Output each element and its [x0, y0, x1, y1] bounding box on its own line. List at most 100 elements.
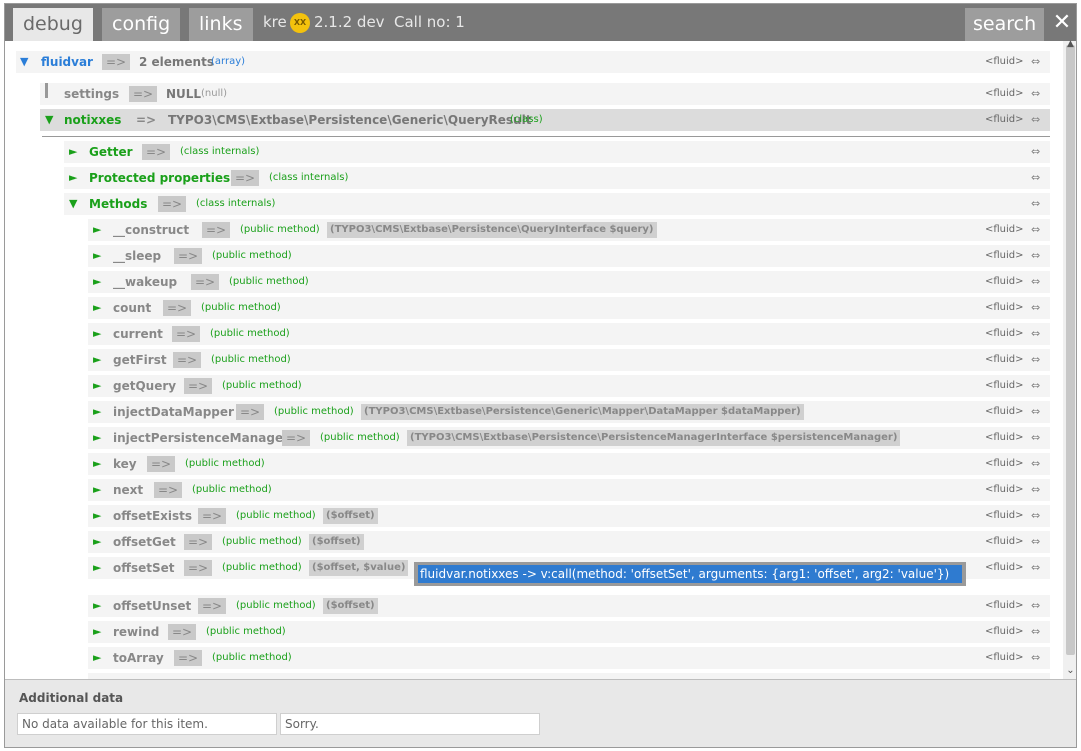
- method-row[interactable]: ► __construct => (public method) (TYPO3\…: [88, 219, 1050, 241]
- tree-row-fluidvar[interactable]: ▼ fluidvar => 2 elements (array) <fluid>…: [16, 51, 1050, 73]
- expand-arrow-icon[interactable]: ►: [93, 219, 101, 241]
- expand-arrow-icon[interactable]: ►: [93, 621, 101, 643]
- tree-row-getter[interactable]: ► Getter => (class internals) ⇔: [64, 141, 1050, 163]
- method-row[interactable]: ► offsetUnset => (public method) ($offse…: [88, 595, 1050, 617]
- swap-icon[interactable]: ⇔: [1031, 297, 1040, 319]
- expand-arrow-icon[interactable]: ►: [93, 323, 101, 345]
- swap-icon[interactable]: ⇔: [1031, 595, 1040, 617]
- swap-icon[interactable]: ⇔: [1031, 245, 1040, 267]
- scrollbar[interactable]: ▲ ⌄: [1063, 39, 1076, 679]
- method-row[interactable]: ► next => (public method) <fluid> ⇔: [88, 479, 1050, 501]
- tab-debug[interactable]: debug: [13, 8, 93, 41]
- top-bar: debug config links kre XX 2.1.2 dev Call…: [5, 4, 1076, 41]
- swap-icon[interactable]: ⇔: [1031, 83, 1040, 105]
- scroll-up-icon[interactable]: ▲: [1063, 39, 1076, 49]
- fluid-code-link[interactable]: <fluid>: [985, 271, 1024, 293]
- fluid-code-link[interactable]: <fluid>: [985, 375, 1024, 397]
- fluid-code-link[interactable]: <fluid>: [985, 323, 1024, 345]
- expand-arrow-icon[interactable]: ►: [93, 271, 101, 293]
- expand-arrow-icon[interactable]: ►: [69, 167, 77, 189]
- method-row[interactable]: ► injectPersistenceManager => (public me…: [88, 427, 1050, 449]
- scroll-down-icon[interactable]: ⌄: [1063, 665, 1076, 676]
- fluid-code-link[interactable]: <fluid>: [985, 479, 1024, 501]
- fluid-code-link[interactable]: <fluid>: [985, 505, 1024, 527]
- swap-icon[interactable]: ⇔: [1031, 109, 1040, 131]
- swap-icon[interactable]: ⇔: [1031, 453, 1040, 475]
- tree-row-methods[interactable]: ▼ Methods => (class internals) ⇔: [64, 193, 1050, 215]
- fluid-code-link[interactable]: <fluid>: [985, 83, 1024, 105]
- swap-icon[interactable]: ⇔: [1031, 479, 1040, 501]
- fluid-code-link[interactable]: <fluid>: [985, 453, 1024, 475]
- fluid-code-link[interactable]: <fluid>: [985, 647, 1024, 669]
- expand-arrow-icon[interactable]: ►: [93, 505, 101, 527]
- collapse-arrow-icon[interactable]: ▼: [45, 109, 53, 131]
- expand-arrow-icon[interactable]: ►: [93, 453, 101, 475]
- fluid-code-link[interactable]: <fluid>: [985, 297, 1024, 319]
- fluid-code-link[interactable]: <fluid>: [985, 557, 1024, 579]
- tree-row-settings[interactable]: settings => NULL (null) <fluid> ⇔: [40, 83, 1050, 105]
- swap-icon[interactable]: ⇔: [1031, 505, 1040, 527]
- search-button[interactable]: search: [965, 8, 1045, 41]
- expand-arrow-icon[interactable]: ►: [93, 647, 101, 669]
- method-row[interactable]: ► injectDataMapper => (public method) (T…: [88, 401, 1050, 423]
- fluid-code-link[interactable]: <fluid>: [985, 245, 1024, 267]
- expand-arrow-icon[interactable]: ►: [93, 401, 101, 423]
- fluid-code-link[interactable]: <fluid>: [985, 427, 1024, 449]
- tab-links[interactable]: links: [189, 8, 253, 41]
- expand-arrow-icon[interactable]: ►: [93, 375, 101, 397]
- swap-icon[interactable]: ⇔: [1031, 51, 1040, 73]
- method-row[interactable]: ► toArray => (public method) <fluid> ⇔: [88, 647, 1050, 669]
- fluid-code-link[interactable]: <fluid>: [985, 51, 1024, 73]
- method-row[interactable]: ► count => (public method) <fluid> ⇔: [88, 297, 1050, 319]
- swap-icon[interactable]: ⇔: [1031, 531, 1040, 553]
- fluid-code-link[interactable]: <fluid>: [985, 595, 1024, 617]
- method-row[interactable]: ► __wakeup => (public method) <fluid> ⇔: [88, 271, 1050, 293]
- expand-arrow-icon[interactable]: ►: [69, 141, 77, 163]
- tree-row-protected-properties[interactable]: ► Protected properties => (class interna…: [64, 167, 1050, 189]
- collapse-arrow-icon[interactable]: ▼: [20, 51, 28, 73]
- fluid-code-link[interactable]: <fluid>: [985, 109, 1024, 131]
- method-row[interactable]: ► getQuery => (public method) <fluid> ⇔: [88, 375, 1050, 397]
- close-icon[interactable]: ✕: [1049, 7, 1075, 39]
- expand-arrow-icon[interactable]: ►: [93, 479, 101, 501]
- expand-arrow-icon[interactable]: ►: [93, 427, 101, 449]
- swap-icon[interactable]: ⇔: [1031, 557, 1040, 579]
- swap-icon[interactable]: ⇔: [1031, 323, 1040, 345]
- method-row[interactable]: ► rewind => (public method) <fluid> ⇔: [88, 621, 1050, 643]
- method-row[interactable]: ► offsetGet => (public method) ($offset)…: [88, 531, 1050, 553]
- swap-icon[interactable]: ⇔: [1031, 141, 1040, 163]
- fluid-code-link[interactable]: <fluid>: [985, 349, 1024, 371]
- swap-icon[interactable]: ⇔: [1031, 219, 1040, 241]
- swap-icon[interactable]: ⇔: [1031, 427, 1040, 449]
- method-row[interactable]: ► getFirst => (public method) <fluid> ⇔: [88, 349, 1050, 371]
- swap-icon[interactable]: ⇔: [1031, 621, 1040, 643]
- fluid-code-link[interactable]: <fluid>: [985, 219, 1024, 241]
- expand-arrow-icon[interactable]: ►: [93, 531, 101, 553]
- scrollbar-thumb[interactable]: [1066, 45, 1075, 655]
- fluid-code-link[interactable]: <fluid>: [985, 531, 1024, 553]
- expand-arrow-icon[interactable]: ►: [93, 297, 101, 319]
- swap-icon[interactable]: ⇔: [1031, 167, 1040, 189]
- fluid-code-link[interactable]: <fluid>: [985, 401, 1024, 423]
- swap-icon[interactable]: ⇔: [1031, 375, 1040, 397]
- fluid-code-text[interactable]: fluidvar.notixxes -> v:call(method: 'off…: [418, 565, 962, 583]
- expand-arrow-icon[interactable]: ►: [93, 557, 101, 579]
- expand-arrow-icon[interactable]: ►: [93, 349, 101, 371]
- method-row[interactable]: ► key => (public method) <fluid> ⇔: [88, 453, 1050, 475]
- collapse-arrow-icon[interactable]: ▼: [69, 193, 77, 215]
- swap-icon[interactable]: ⇔: [1031, 271, 1040, 293]
- method-name: offsetSet: [113, 561, 175, 575]
- fluid-code-link[interactable]: <fluid>: [985, 621, 1024, 643]
- tab-config[interactable]: config: [102, 8, 181, 41]
- method-row[interactable]: ► offsetExists => (public method) ($offs…: [88, 505, 1050, 527]
- swap-icon[interactable]: ⇔: [1031, 647, 1040, 669]
- tree-row-notixxes[interactable]: ▼ notixxes => TYPO3\CMS\Extbase\Persiste…: [40, 109, 1050, 131]
- expand-arrow-icon[interactable]: ►: [93, 595, 101, 617]
- expand-arrow-icon[interactable]: ►: [93, 245, 101, 267]
- method-row[interactable]: ► current => (public method) <fluid> ⇔: [88, 323, 1050, 345]
- method-type: (public method): [236, 600, 316, 611]
- swap-icon[interactable]: ⇔: [1031, 349, 1040, 371]
- swap-icon[interactable]: ⇔: [1031, 401, 1040, 423]
- method-row[interactable]: ► __sleep => (public method) <fluid> ⇔: [88, 245, 1050, 267]
- swap-icon[interactable]: ⇔: [1031, 193, 1040, 215]
